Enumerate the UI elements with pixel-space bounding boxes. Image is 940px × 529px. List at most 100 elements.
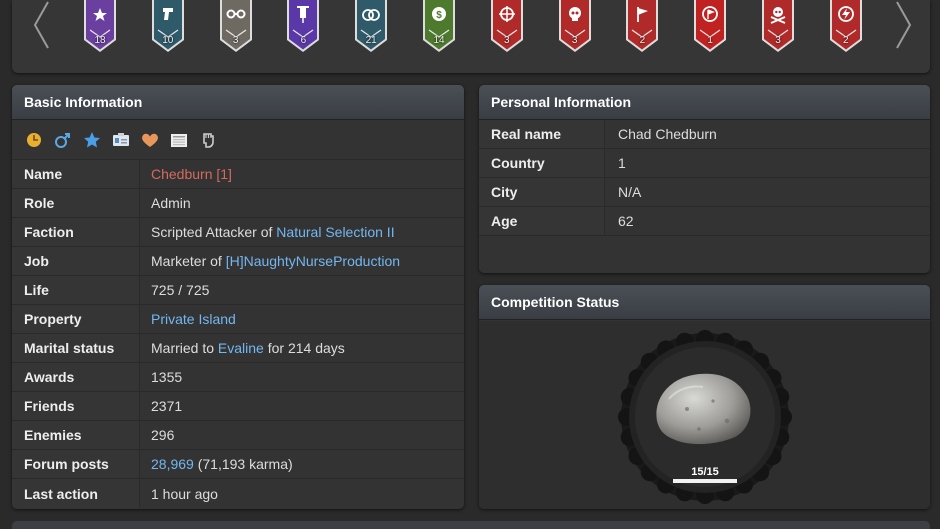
personal-information-title: Personal Information bbox=[479, 85, 930, 120]
medal-count: 3 bbox=[232, 35, 239, 46]
player-name-link[interactable]: Chedburn [1] bbox=[151, 166, 232, 182]
enemies-value: 296 bbox=[151, 427, 175, 443]
medal-gun[interactable]: 10 bbox=[150, 0, 186, 54]
medals-prev-arrow[interactable] bbox=[30, 0, 52, 50]
medal-rings[interactable]: 21 bbox=[353, 0, 389, 54]
medal-count: 3 bbox=[571, 35, 578, 46]
property-link[interactable]: Private Island bbox=[151, 311, 236, 327]
job-label: Job bbox=[12, 247, 140, 275]
medal-count: 21 bbox=[365, 35, 377, 46]
medal-dollar[interactable]: $14 bbox=[421, 0, 457, 54]
spouse-link[interactable]: Evaline bbox=[218, 340, 264, 356]
personal-information-panel: Personal Information Real name Chad Ched… bbox=[479, 85, 930, 273]
marital-label: Marital status bbox=[12, 334, 140, 362]
info-row-life: Life 725 / 725 bbox=[12, 276, 464, 305]
competition-body: 15/15 bbox=[479, 321, 930, 509]
info-row-awards: Awards 1355 bbox=[12, 363, 464, 392]
svg-text:$: $ bbox=[436, 10, 442, 21]
job-prefix: Marketer of bbox=[151, 253, 226, 269]
life-value: 725 / 725 bbox=[151, 282, 210, 298]
age-label: Age bbox=[479, 207, 605, 235]
country-value: 1 bbox=[618, 155, 626, 171]
forum-posts-link[interactable]: 28,969 bbox=[151, 456, 194, 472]
job-value: Marketer of [H]NaughtyNurseProduction bbox=[140, 253, 400, 269]
marital-value: Married to Evaline for 214 days bbox=[140, 340, 345, 356]
chevron-right-icon bbox=[896, 1, 912, 49]
awards-value: 1355 bbox=[151, 369, 183, 385]
status-icons-row bbox=[12, 120, 464, 160]
job-link[interactable]: [H]NaughtyNurseProduction bbox=[226, 253, 400, 269]
male-icon[interactable] bbox=[53, 130, 73, 150]
info-row-marital: Marital status Married to Evaline for 21… bbox=[12, 334, 464, 363]
competition-badge[interactable]: 15/15 bbox=[617, 329, 793, 505]
star-icon[interactable] bbox=[82, 130, 102, 150]
id-card-icon[interactable] bbox=[111, 130, 131, 150]
competition-progress-bar bbox=[673, 479, 737, 483]
medal-count: 18 bbox=[94, 35, 106, 46]
forum-value: 28,969 (71,193 karma) bbox=[140, 456, 293, 472]
faction-value: Scripted Attacker of Natural Selection I… bbox=[140, 224, 395, 240]
medal-syringe[interactable]: 6 bbox=[285, 0, 321, 54]
info-row-forum: Forum posts 28,969 (71,193 karma) bbox=[12, 450, 464, 479]
country-label: Country bbox=[479, 149, 605, 177]
awards-label: Awards bbox=[12, 363, 140, 391]
forum-label: Forum posts bbox=[12, 450, 140, 478]
basic-information-title: Basic Information bbox=[12, 85, 464, 120]
info-row-name: Name Chedburn [1] bbox=[12, 160, 464, 189]
info-row-friends: Friends 2371 bbox=[12, 392, 464, 421]
life-label: Life bbox=[12, 276, 140, 304]
fist-icon[interactable] bbox=[198, 130, 218, 150]
competition-status-panel: Competition Status 15/15 bbox=[479, 285, 930, 509]
property-label: Property bbox=[12, 305, 140, 333]
name-label: Name bbox=[12, 160, 140, 188]
medal-skull[interactable]: 3 bbox=[557, 0, 593, 54]
medal-count: 10 bbox=[162, 35, 174, 46]
info-row-faction: Faction Scripted Attacker of Natural Sel… bbox=[12, 218, 464, 247]
info-row-realname: Real name Chad Chedburn bbox=[479, 120, 930, 149]
medal-count: 2 bbox=[639, 35, 646, 46]
info-row-role: Role Admin bbox=[12, 189, 464, 218]
realname-value: Chad Chedburn bbox=[618, 126, 717, 142]
info-row-city: City N/A bbox=[479, 178, 930, 207]
role-label: Role bbox=[12, 189, 140, 217]
medal-handcuffs[interactable]: 3 bbox=[218, 0, 254, 54]
next-panel-header bbox=[12, 521, 930, 529]
enemies-label: Enemies bbox=[12, 421, 140, 449]
friends-label: Friends bbox=[12, 392, 140, 420]
medals-next-arrow[interactable] bbox=[893, 0, 915, 50]
role-value: Admin bbox=[151, 195, 191, 211]
info-row-job: Job Marketer of [H]NaughtyNurseProductio… bbox=[12, 247, 464, 276]
property-value: Private Island bbox=[140, 311, 236, 327]
forum-karma: (71,193 karma) bbox=[193, 456, 293, 472]
competition-status-title: Competition Status bbox=[479, 285, 930, 320]
medal-count: 6 bbox=[300, 35, 307, 46]
clock-icon[interactable] bbox=[24, 130, 44, 150]
faction-link[interactable]: Natural Selection II bbox=[276, 224, 394, 240]
last-action-label: Last action bbox=[12, 479, 140, 508]
realname-label: Real name bbox=[479, 120, 605, 148]
newspaper-icon[interactable] bbox=[169, 130, 189, 150]
marital-suffix: for 214 days bbox=[263, 340, 345, 356]
info-row-last-action: Last action 1 hour ago bbox=[12, 479, 464, 508]
last-action-value: 1 hour ago bbox=[151, 485, 218, 502]
medal-lightning[interactable]: 2 bbox=[828, 0, 864, 54]
medal-star[interactable]: 18 bbox=[82, 0, 118, 54]
info-row-country: Country 1 bbox=[479, 149, 930, 178]
friends-value: 2371 bbox=[151, 398, 183, 414]
medal-flag-circle[interactable]: 1 bbox=[692, 0, 728, 54]
faction-label: Faction bbox=[12, 218, 140, 246]
medal-skull-crossbones[interactable]: 3 bbox=[760, 0, 796, 54]
name-value: Chedburn [1] bbox=[140, 166, 232, 182]
heart-icon[interactable] bbox=[140, 130, 160, 150]
chevron-left-icon bbox=[33, 1, 49, 49]
medal-count: 3 bbox=[504, 35, 510, 46]
medal-count: 3 bbox=[775, 35, 781, 46]
medal-flag[interactable]: 2 bbox=[624, 0, 660, 54]
age-value: 62 bbox=[618, 213, 634, 229]
medal-count: 1 bbox=[707, 35, 713, 46]
basic-information-panel: Basic Information Name Chedburn [1] Role… bbox=[12, 85, 464, 509]
medals-bar: 18 10 3 6 21 $14 3 3 2 1 3 2 bbox=[12, 0, 930, 73]
competition-progress-fill bbox=[673, 479, 737, 483]
faction-prefix: Scripted Attacker of bbox=[151, 224, 277, 240]
medal-crosshair[interactable]: 3 bbox=[489, 0, 525, 54]
